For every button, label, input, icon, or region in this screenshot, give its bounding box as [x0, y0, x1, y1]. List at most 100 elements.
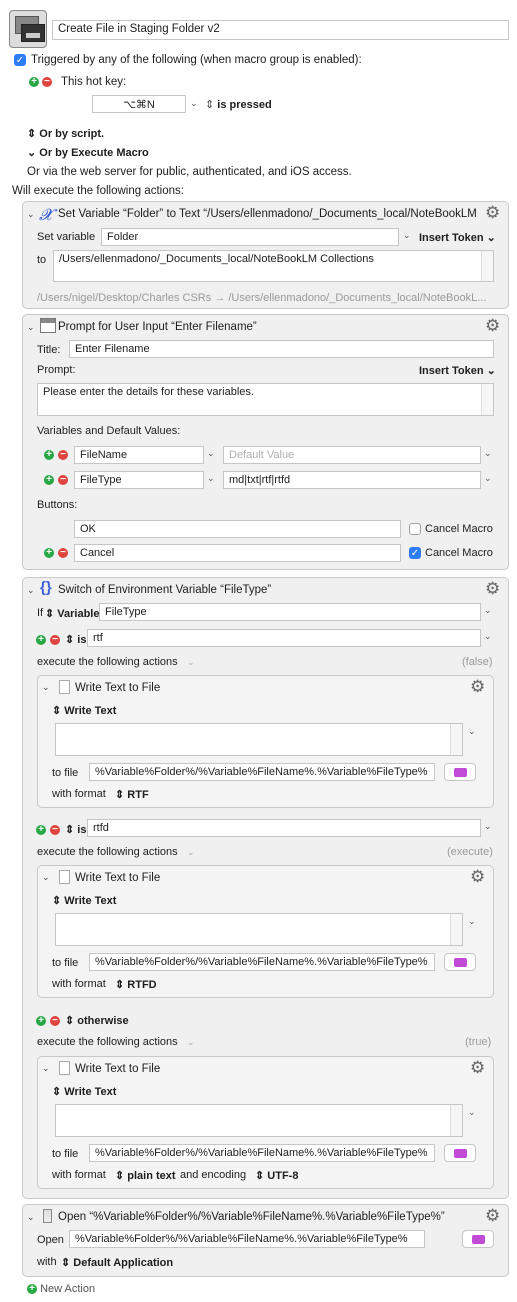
- minus-icon[interactable]: −: [50, 1016, 60, 1026]
- variable-default-field[interactable]: md|txt|rtf|rtfd: [223, 471, 481, 489]
- chevron-down-icon[interactable]: ⌄: [187, 847, 195, 858]
- chevron-down-icon[interactable]: ⌄: [190, 98, 198, 109]
- write-text-action[interactable]: ⌄ Write Text to File ⚙ ⇕ Write Text ⌄ to…: [37, 865, 494, 998]
- disclosure-triangle-icon[interactable]: ⌄: [42, 1063, 50, 1074]
- file-path-field[interactable]: %Variable%Folder%/%Variable%FileName%.%V…: [89, 763, 435, 781]
- file-path-field[interactable]: %Variable%Folder%/%Variable%FileName%.%V…: [89, 1144, 435, 1162]
- set-variable-action[interactable]: ⌄ 𝓧 Set Variable “Folder” to Text “/User…: [22, 201, 509, 309]
- write-text-field[interactable]: [55, 723, 463, 756]
- insert-token-button[interactable]: Insert Token ⌄: [419, 231, 496, 244]
- gear-icon[interactable]: ⚙: [470, 868, 485, 885]
- new-action-button[interactable]: + New Action: [27, 1283, 95, 1295]
- chevron-down-icon[interactable]: ⌄: [484, 631, 492, 642]
- title-field[interactable]: Enter Filename: [69, 340, 494, 358]
- encoding-popup[interactable]: ⇕ UTF-8: [255, 1169, 298, 1182]
- trigger-enabled-checkbox[interactable]: ✓: [14, 54, 26, 66]
- minus-icon[interactable]: −: [42, 77, 52, 87]
- write-text-field[interactable]: [55, 1104, 463, 1137]
- gear-icon[interactable]: ⚙: [485, 580, 500, 597]
- minus-icon[interactable]: −: [58, 450, 68, 460]
- case-value-field[interactable]: rtf: [87, 629, 481, 647]
- gear-icon[interactable]: ⚙: [470, 1059, 485, 1076]
- or-by-script[interactable]: ⇕ Or by script.: [27, 127, 104, 140]
- text-value-field[interactable]: /Users/ellenmadono/_Documents_local/Note…: [53, 250, 494, 282]
- scrollbar[interactable]: [450, 914, 462, 945]
- scrollbar[interactable]: [450, 724, 462, 755]
- disclosure-triangle-icon[interactable]: ⌄: [27, 585, 35, 596]
- gear-icon[interactable]: ⚙: [485, 1207, 500, 1224]
- hotkey-state-popup[interactable]: ⇕ is pressed: [205, 98, 272, 111]
- scrollbar[interactable]: [481, 384, 493, 415]
- chevron-down-icon[interactable]: ⌄: [484, 605, 492, 616]
- gear-icon[interactable]: ⚙: [485, 204, 500, 221]
- chevron-down-icon[interactable]: ⌄: [484, 473, 492, 484]
- or-by-execute-macro[interactable]: ⌄ Or by Execute Macro: [27, 146, 149, 159]
- variable-default-field[interactable]: Default Value: [223, 446, 481, 464]
- minus-icon[interactable]: −: [58, 548, 68, 558]
- hotkey-field[interactable]: ⌥⌘N: [92, 95, 186, 113]
- format-popup[interactable]: ⇕ RTFD: [115, 978, 157, 991]
- folder-button[interactable]: [444, 763, 476, 781]
- switch-action[interactable]: ⌄ {} Switch of Environment Variable “Fil…: [22, 577, 509, 1199]
- folder-button[interactable]: [444, 953, 476, 971]
- plus-icon[interactable]: +: [29, 77, 39, 87]
- write-text-field[interactable]: [55, 913, 463, 946]
- open-path-field[interactable]: %Variable%Folder%/%Variable%FileName%.%V…: [69, 1230, 425, 1248]
- chevron-down-icon[interactable]: ⌄: [484, 821, 492, 832]
- chevron-down-icon[interactable]: ⌄: [468, 1107, 476, 1118]
- chevron-down-icon[interactable]: ⌄: [468, 726, 476, 737]
- variable-name-field[interactable]: FileName: [74, 446, 204, 464]
- disclosure-triangle-icon[interactable]: ⌄: [42, 682, 50, 693]
- gear-icon[interactable]: ⚙: [485, 317, 500, 334]
- format-popup[interactable]: ⇕ RTF: [115, 788, 149, 801]
- gear-icon[interactable]: ⚙: [470, 678, 485, 695]
- case-condition-popup[interactable]: ⇕ otherwise: [65, 1014, 129, 1027]
- disclosure-triangle-icon[interactable]: ⌄: [42, 872, 50, 883]
- chevron-down-icon[interactable]: ⌄: [207, 448, 215, 459]
- case-condition-popup[interactable]: ⇕ is: [65, 823, 86, 836]
- source-name-field[interactable]: FileType: [99, 603, 481, 621]
- chevron-down-icon[interactable]: ⌄: [403, 230, 411, 241]
- cancel-macro-checkbox[interactable]: ✓: [409, 547, 421, 559]
- minus-icon[interactable]: −: [58, 475, 68, 485]
- format-popup[interactable]: ⇕ plain text: [115, 1169, 176, 1182]
- write-text-popup[interactable]: ⇕ Write Text: [52, 894, 116, 907]
- source-type-popup[interactable]: ⇕ Variable: [45, 607, 99, 620]
- plus-icon[interactable]: +: [36, 635, 46, 645]
- folder-button[interactable]: [444, 1144, 476, 1162]
- plus-icon[interactable]: +: [44, 475, 54, 485]
- button-name-field[interactable]: Cancel: [74, 544, 401, 562]
- write-text-popup[interactable]: ⇕ Write Text: [52, 1085, 116, 1098]
- write-text-action[interactable]: ⌄ Write Text to File ⚙ ⇕ Write Text ⌄ to…: [37, 675, 494, 808]
- file-path-field[interactable]: %Variable%Folder%/%Variable%FileName%.%V…: [89, 953, 435, 971]
- variable-name-field[interactable]: FileType: [74, 471, 204, 489]
- cancel-macro-checkbox[interactable]: [409, 523, 421, 535]
- prompt-action[interactable]: ⌄ Prompt for User Input “Enter Filename”…: [22, 314, 509, 570]
- disclosure-triangle-icon[interactable]: ⌄: [27, 1212, 35, 1223]
- chevron-down-icon[interactable]: ⌄: [187, 657, 195, 668]
- chevron-down-icon[interactable]: ⌄: [207, 473, 215, 484]
- plus-icon[interactable]: +: [44, 548, 54, 558]
- chevron-down-icon[interactable]: ⌄: [484, 448, 492, 459]
- folder-button[interactable]: [462, 1230, 494, 1248]
- variable-name-field[interactable]: Folder: [101, 228, 399, 246]
- prompt-text-field[interactable]: Please enter the details for these varia…: [37, 383, 494, 416]
- scrollbar[interactable]: [450, 1105, 462, 1136]
- macro-name-field[interactable]: Create File in Staging Folder v2: [52, 20, 509, 40]
- chevron-down-icon[interactable]: ⌄: [187, 1037, 195, 1048]
- application-popup[interactable]: ⇕ Default Application: [61, 1256, 173, 1269]
- plus-icon[interactable]: +: [44, 450, 54, 460]
- button-name-field[interactable]: OK: [74, 520, 401, 538]
- insert-token-button[interactable]: Insert Token ⌄: [419, 364, 496, 377]
- scrollbar[interactable]: [481, 251, 493, 281]
- write-text-popup[interactable]: ⇕ Write Text: [52, 704, 116, 717]
- chevron-down-icon[interactable]: ⌄: [468, 916, 476, 927]
- minus-icon[interactable]: −: [50, 635, 60, 645]
- plus-icon[interactable]: +: [36, 1016, 46, 1026]
- disclosure-triangle-icon[interactable]: ⌄: [27, 209, 35, 220]
- case-value-field[interactable]: rtfd: [87, 819, 481, 837]
- plus-icon[interactable]: +: [36, 825, 46, 835]
- write-text-action[interactable]: ⌄ Write Text to File ⚙ ⇕ Write Text ⌄ to…: [37, 1056, 494, 1189]
- open-action[interactable]: ⌄ Open “%Variable%Folder%/%Variable%File…: [22, 1204, 509, 1277]
- minus-icon[interactable]: −: [50, 825, 60, 835]
